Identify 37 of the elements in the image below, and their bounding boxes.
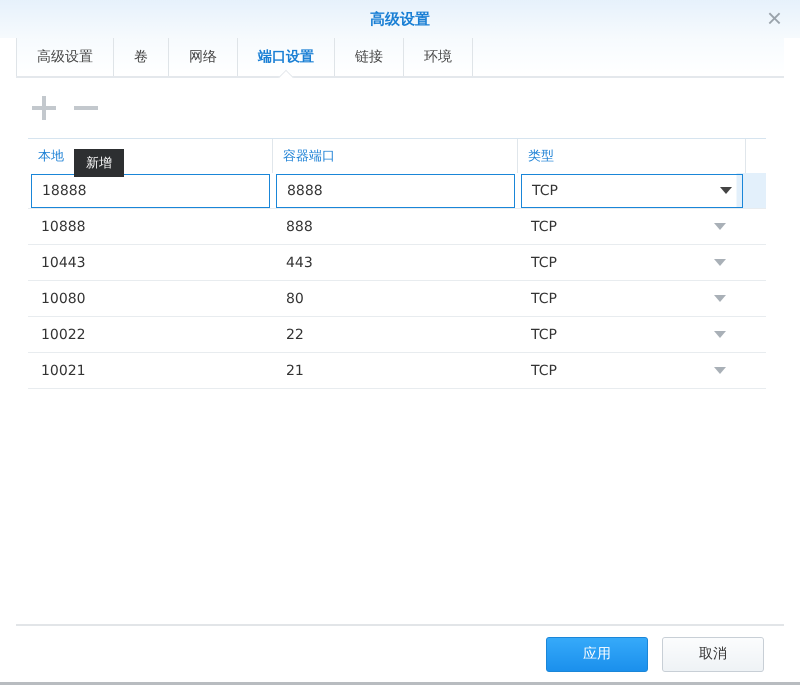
tab[interactable]: 高级设置 [16,38,113,76]
column-header[interactable]: 本地 [38,147,64,165]
column-header[interactable]: 类型 [528,147,554,165]
tooltip: 新增 [74,149,124,177]
input-field[interactable]: 8888 [276,174,515,208]
type-dropdown[interactable]: TCP [518,254,746,270]
caret-icon [714,259,726,266]
caret-icon [714,331,726,338]
add-icon[interactable] [30,94,58,122]
cancel-button[interactable]: 取消 [662,636,764,672]
type-dropdown[interactable]: TCP [521,174,743,208]
tab[interactable]: 环境 [403,38,473,76]
table-cell-text: 443 [285,254,314,270]
table-cell-text: 21 [285,362,305,378]
tab[interactable]: 链接 [334,38,403,76]
table-cell-text: 10021 [40,362,87,378]
table-cell-text: 10443 [40,254,87,270]
table-cell-text: 10080 [40,290,87,306]
type-dropdown[interactable]: TCP [518,362,746,378]
table-cell-text: 22 [285,326,305,342]
table-cell-text: 80 [285,290,305,306]
table-cell-text: 10888 [40,218,87,234]
table-cell-text: 888 [285,218,314,234]
table-cell-text: 10022 [40,326,87,342]
window-title: 高级设置 [370,10,430,28]
tab[interactable]: 端口设置 [237,38,334,76]
caret-icon [720,187,732,194]
input-field[interactable]: 18888 [31,174,270,208]
caret-icon [714,367,726,374]
caret-icon [714,223,726,230]
type-dropdown[interactable]: TCP [518,326,746,342]
column-header[interactable]: 容器端口 [283,147,335,165]
tab[interactable]: 卷 [113,38,168,76]
type-dropdown[interactable]: TCP [518,290,746,306]
tab[interactable]: 网络 [168,38,237,76]
type-dropdown[interactable]: TCP [518,218,746,234]
caret-icon [714,295,726,302]
